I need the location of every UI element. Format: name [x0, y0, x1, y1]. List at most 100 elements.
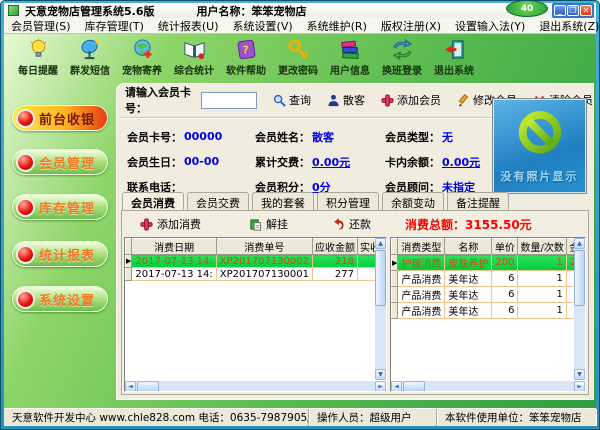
- add-plus-icon: [140, 218, 153, 231]
- window-title: 天意宠物店管理系统5.6版: [25, 3, 155, 19]
- balance-label: 卡内余额：: [385, 154, 440, 170]
- walk-in-button[interactable]: 散客: [327, 92, 365, 108]
- red-sphere-icon: [16, 109, 35, 128]
- svg-text:?: ?: [242, 44, 248, 56]
- cell: 产品消费: [398, 303, 445, 319]
- cell: 2017-07-13 14:: [132, 268, 216, 281]
- menu-member[interactable]: 会员管理(S): [4, 18, 78, 34]
- name-value: 散客: [312, 129, 334, 145]
- toolbar-pet-boarding[interactable]: 宠物寄养: [116, 34, 168, 81]
- column-header: 名称: [445, 239, 492, 255]
- menu-inventory[interactable]: 库存管理(T): [78, 18, 151, 34]
- user-name-label: 用户名称：笨笨宠物店: [197, 3, 307, 19]
- column-header: 单价: [492, 239, 518, 255]
- menubar: 会员管理(S) 库存管理(T) 统计报表(U) 系统设置(V) 系统维护(R) …: [4, 18, 596, 34]
- table-row[interactable]: ▶2017-07-13 14:XP2017071300022182182180: [126, 255, 388, 268]
- magnifier-icon: [273, 94, 286, 107]
- toolbar-shift-login[interactable]: 换班登录: [376, 34, 428, 81]
- minimize-button[interactable]: _: [554, 5, 566, 16]
- scroll-down-icon: ▼: [375, 369, 386, 380]
- pencil-icon: [457, 94, 470, 107]
- query-button[interactable]: 查询: [273, 92, 311, 108]
- card-no-label: 会员卡号：: [127, 129, 182, 145]
- toolbar-group-sms[interactable]: 群发短信: [64, 34, 116, 81]
- scrollbar-thumb: [375, 250, 386, 306]
- person-icon: [327, 94, 340, 107]
- exit-door-icon: [443, 38, 466, 61]
- scroll-right-icon: ►: [574, 381, 585, 392]
- toolbar-daily-reminder[interactable]: 每日提醒: [12, 34, 64, 81]
- cell: 1: [518, 255, 566, 271]
- horizontal-scrollbar[interactable]: ◄►: [391, 380, 585, 391]
- cell: XP201707130002: [216, 255, 312, 268]
- toolbar-user-info[interactable]: 用户信息: [324, 34, 376, 81]
- sidebar-item-cashier[interactable]: 前台收银: [12, 105, 108, 131]
- divider: [121, 117, 493, 119]
- menu-register[interactable]: 版权注册(X): [374, 18, 448, 34]
- cell: 1: [518, 271, 566, 287]
- sidebar-item-members[interactable]: 会员管理: [12, 149, 108, 175]
- add-consume-button[interactable]: 添加消费: [140, 216, 201, 232]
- main-background: 每日提醒 群发短信 宠物寄养 综合统计 ? 软件帮助 更改密码: [4, 34, 596, 408]
- swap-icon: [391, 38, 414, 61]
- table-row[interactable]: 产品消费美年达616: [392, 303, 587, 319]
- scroll-left-icon: ◄: [391, 381, 402, 392]
- member-info-grid: 会员卡号：00000 会员姓名：散客 会员类型：无 会员生日：00-00 累计交…: [127, 124, 499, 199]
- toolbar-statistics[interactable]: 综合统计: [168, 34, 220, 81]
- red-sphere-icon: [16, 198, 35, 217]
- sidebar: 前台收银 会员管理 库存管理 统计报表 系统设置: [4, 81, 116, 408]
- birthday-value: 00-00: [184, 155, 219, 168]
- column-header: 消费类型: [398, 239, 445, 255]
- menu-maintenance[interactable]: 系统维护(R): [300, 18, 374, 34]
- help-book-icon: ?: [235, 38, 258, 61]
- cell: 产品消费: [398, 271, 445, 287]
- scroll-up-icon: ▲: [375, 238, 386, 249]
- satellite-icon: [79, 38, 102, 61]
- notification-badge: 40: [506, 0, 548, 17]
- table-row[interactable]: 2017-07-13 14:XP201707130001277277277: [126, 268, 388, 281]
- sidebar-item-settings[interactable]: 系统设置: [12, 286, 108, 312]
- horizontal-scrollbar[interactable]: ◄►: [125, 380, 386, 391]
- sidebar-item-reports[interactable]: 统计报表: [12, 241, 108, 267]
- close-button[interactable]: ✕: [580, 5, 592, 16]
- open-book-icon: [183, 38, 206, 61]
- paste-icon: [249, 218, 262, 231]
- cell: 1: [518, 287, 566, 303]
- menu-exit[interactable]: 退出系统(Z): [532, 18, 600, 34]
- table-row[interactable]: ▶护理消费皮肤养护2001200: [392, 255, 587, 271]
- cell: 6: [492, 271, 518, 287]
- member-card-input[interactable]: [201, 92, 257, 109]
- menu-settings[interactable]: 系统设置(V): [226, 18, 300, 34]
- statusbar: 天意软件开发中心 www.chle828.com 电话：0635-7987905…: [4, 408, 596, 426]
- toolbar-help[interactable]: ? 软件帮助: [220, 34, 272, 81]
- cell: 6: [492, 287, 518, 303]
- add-member-button[interactable]: 添加会员: [381, 92, 441, 108]
- cell: 277: [313, 268, 358, 281]
- table-row[interactable]: 产品消费美年达616: [392, 287, 587, 303]
- table-row[interactable]: 产品消费美年达616: [392, 271, 587, 287]
- unhang-button[interactable]: 解挂: [249, 216, 288, 232]
- restore-button[interactable]: ❐: [567, 5, 579, 16]
- toolbar-exit[interactable]: 退出系统: [428, 34, 480, 81]
- add-plus-icon: [381, 94, 394, 107]
- repay-button[interactable]: 还款: [332, 216, 371, 232]
- consume-orders-table: 消费日期消费单号应收金额实收金额现金储值卡▶2017-07-13 14:XP20…: [124, 237, 387, 392]
- tab-content-frame: 添加消费 解挂 还款 消费总额：3155.50元 消费日期消费单号应收金额实收金…: [121, 210, 589, 395]
- red-sphere-icon: [16, 290, 35, 309]
- cell: 美年达: [445, 271, 492, 287]
- cell: XP201707130001: [216, 268, 312, 281]
- sidebar-item-inventory[interactable]: 库存管理: [12, 194, 108, 220]
- type-value: 无: [442, 129, 453, 145]
- consume-total: 消费总额：3155.50元: [405, 216, 532, 233]
- cell: 美年达: [445, 287, 492, 303]
- vertical-scrollbar[interactable]: ▲▼: [574, 238, 585, 380]
- cell: 美年达: [445, 303, 492, 319]
- vertical-scrollbar[interactable]: ▲▼: [375, 238, 386, 380]
- menu-input-method[interactable]: 设置输入法(Y): [448, 18, 532, 34]
- scroll-down-icon: ▼: [574, 369, 585, 380]
- books-icon: [339, 38, 362, 61]
- menu-reports[interactable]: 统计报表(U): [151, 18, 226, 34]
- red-sphere-icon: [16, 153, 35, 172]
- scrollbar-thumb: [137, 381, 159, 392]
- toolbar-change-password[interactable]: 更改密码: [272, 34, 324, 81]
